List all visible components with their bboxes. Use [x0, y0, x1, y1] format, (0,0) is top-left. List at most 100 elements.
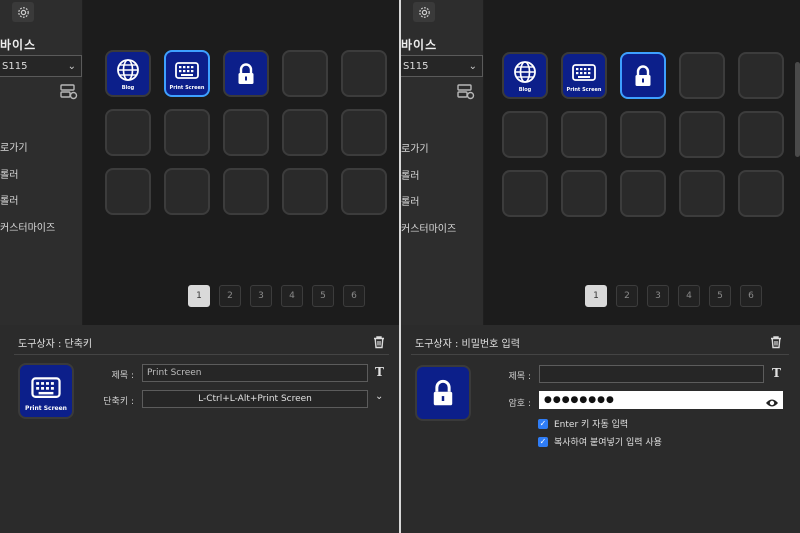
page-button[interactable]: 5 — [709, 285, 731, 307]
sidebar-item-shortcut[interactable]: 로가기 — [0, 139, 28, 154]
key-empty[interactable] — [620, 111, 666, 158]
divider — [14, 354, 389, 355]
key-empty[interactable] — [738, 52, 784, 99]
toolbox-panel: 도구상자 : 비밀번호 입력 제목 : T 암호 : ●●●●●●●● ✓ En… — [401, 325, 800, 533]
scrollbar[interactable] — [795, 62, 800, 157]
chevron-down-icon[interactable]: ⌄ — [375, 391, 383, 402]
key-password[interactable] — [223, 50, 269, 97]
password-field-label: 암호 : — [508, 399, 531, 409]
device-select-value: S115 — [2, 60, 28, 72]
trash-icon[interactable] — [769, 334, 783, 349]
key-password[interactable] — [620, 52, 666, 99]
lock-icon — [635, 64, 651, 86]
key-empty[interactable] — [341, 109, 387, 156]
key-area: Blog Print Screen 1 2 3 4 5 6 — [83, 0, 399, 325]
key-empty[interactable] — [502, 111, 548, 158]
device-select[interactable]: S115 ⌄ — [0, 55, 82, 77]
key-empty[interactable] — [561, 111, 607, 158]
key-blog[interactable]: Blog — [105, 50, 151, 97]
password-field[interactable]: ●●●●●●●● — [539, 391, 783, 409]
key-label: Print Screen — [566, 86, 602, 93]
key-print-screen[interactable]: Print Screen — [164, 50, 210, 97]
key-empty[interactable] — [164, 109, 210, 156]
key-preview — [415, 365, 471, 421]
text-format-icon[interactable]: T — [772, 366, 781, 380]
key-label: Blog — [518, 86, 532, 93]
key-empty[interactable] — [561, 170, 607, 217]
page-button[interactable]: 3 — [647, 285, 669, 307]
key-empty[interactable] — [341, 168, 387, 215]
pager: 1 2 3 4 5 6 — [585, 285, 762, 307]
key-empty[interactable] — [282, 50, 328, 97]
key-blog[interactable]: Blog — [502, 52, 548, 99]
storage-settings-icon[interactable] — [457, 84, 475, 100]
shortcut-field-label: 단축키 : — [103, 397, 134, 407]
gear-icon[interactable] — [413, 2, 435, 22]
keyboard-icon — [572, 63, 596, 81]
key-empty[interactable] — [502, 170, 548, 217]
page-button[interactable]: 1 — [188, 285, 210, 307]
key-label: Print Screen — [169, 84, 205, 91]
device-title: 바이스 — [401, 38, 438, 52]
sidebar-item-roller-2[interactable]: 롤러 — [0, 192, 18, 207]
checkbox[interactable]: ✓ — [538, 418, 548, 429]
sidebar-item-roller-1[interactable]: 롤러 — [0, 166, 18, 181]
page-button[interactable]: 5 — [312, 285, 334, 307]
title-field-label: 제목 : — [111, 371, 134, 381]
left-window: 바이스 S115 ⌄ 로가기 롤러 롤러 커스터마이즈 Blog Print S… — [0, 0, 399, 533]
eye-icon[interactable] — [765, 394, 779, 407]
page-button[interactable]: 1 — [585, 285, 607, 307]
key-empty[interactable] — [738, 170, 784, 217]
key-empty[interactable] — [341, 50, 387, 97]
storage-settings-icon[interactable] — [60, 84, 78, 100]
key-empty[interactable] — [679, 52, 725, 99]
title-field[interactable] — [539, 365, 764, 383]
gear-icon[interactable] — [12, 2, 34, 22]
sidebar-item-customize[interactable]: 커스터마이즈 — [0, 219, 55, 234]
key-empty[interactable] — [679, 170, 725, 217]
key-preview-label: Print Screen — [25, 404, 67, 412]
sidebar-item-shortcut[interactable]: 로가기 — [401, 140, 429, 155]
device-select[interactable]: S115 ⌄ — [401, 55, 483, 77]
checkbox[interactable]: ✓ — [538, 436, 548, 447]
page-button[interactable]: 4 — [678, 285, 700, 307]
page-button[interactable]: 6 — [740, 285, 762, 307]
toolbox-title: 도구상자 : 단축키 — [18, 339, 93, 350]
keyboard-icon — [175, 61, 199, 79]
key-print-screen[interactable]: Print Screen — [561, 52, 607, 99]
toolbox-title: 도구상자 : 비밀번호 입력 — [415, 339, 520, 350]
chevron-down-icon: ⌄ — [468, 60, 477, 72]
key-empty[interactable] — [105, 168, 151, 215]
page-button[interactable]: 2 — [219, 285, 241, 307]
key-empty[interactable] — [282, 109, 328, 156]
sidebar-item-roller-1[interactable]: 롤러 — [401, 167, 419, 182]
option-enter-auto[interactable]: ✓ Enter 키 자동 입력 — [538, 417, 628, 430]
key-empty[interactable] — [679, 111, 725, 158]
sidebar: 바이스 S115 ⌄ 로가기 롤러 롤러 커스터마이즈 — [0, 0, 83, 325]
key-empty[interactable] — [738, 111, 784, 158]
option-paste-input[interactable]: ✓ 복사하여 붙여넣기 입력 사용 — [538, 435, 662, 448]
page-button[interactable]: 2 — [616, 285, 638, 307]
title-field-label: 제목 : — [508, 372, 531, 382]
shortcut-field[interactable]: L-Ctrl+L-Alt+Print Screen — [142, 390, 368, 408]
sidebar: 바이스 S115 ⌄ 로가기 롤러 롤러 커스터마이즈 — [401, 0, 484, 325]
page-button[interactable]: 6 — [343, 285, 365, 307]
pager: 1 2 3 4 5 6 — [188, 285, 365, 307]
page-button[interactable]: 4 — [281, 285, 303, 307]
key-empty[interactable] — [164, 168, 210, 215]
key-empty[interactable] — [223, 168, 269, 215]
trash-icon[interactable] — [372, 334, 386, 349]
title-field[interactable]: Print Screen — [142, 364, 368, 382]
device-select-value: S115 — [403, 60, 429, 72]
option-paste-label: 복사하여 붙여넣기 입력 사용 — [554, 438, 662, 448]
key-empty[interactable] — [282, 168, 328, 215]
text-format-icon[interactable]: T — [375, 365, 384, 379]
page-button[interactable]: 3 — [250, 285, 272, 307]
key-empty[interactable] — [105, 109, 151, 156]
key-empty[interactable] — [620, 170, 666, 217]
sidebar-item-customize[interactable]: 커스터마이즈 — [401, 220, 456, 235]
toolbox-panel: 도구상자 : 단축키 Print Screen 제목 : Print Scree… — [0, 325, 399, 533]
device-title: 바이스 — [0, 38, 37, 52]
sidebar-item-roller-2[interactable]: 롤러 — [401, 193, 419, 208]
key-empty[interactable] — [223, 109, 269, 156]
